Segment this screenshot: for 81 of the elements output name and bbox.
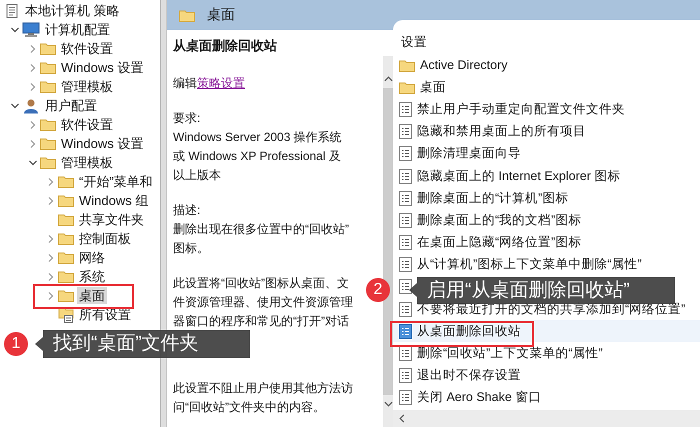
column-header[interactable]: 设置 bbox=[393, 30, 700, 54]
chevron-right-icon[interactable] bbox=[28, 44, 38, 54]
setting-item[interactable]: 删除清理桌面向导 bbox=[417, 145, 521, 162]
tree-item[interactable]: Windows 设置 bbox=[59, 135, 146, 152]
pane-title: 桌面 bbox=[207, 6, 235, 24]
scrollbar-thumb[interactable] bbox=[383, 88, 393, 395]
chevron-down-icon[interactable] bbox=[10, 100, 20, 110]
scroll-left-icon[interactable] bbox=[399, 414, 405, 423]
folder-icon bbox=[58, 232, 74, 245]
folder-icon bbox=[40, 80, 56, 93]
folder-icon bbox=[179, 8, 195, 22]
setting-item[interactable]: 在桌面上隐藏“网络位置”图标 bbox=[417, 234, 582, 252]
chevron-right-icon[interactable] bbox=[28, 82, 38, 92]
folder-icon bbox=[58, 289, 74, 302]
chevron-right-icon[interactable] bbox=[46, 176, 56, 186]
folder-icon bbox=[40, 137, 56, 150]
tree-item[interactable]: Windows 设置 bbox=[59, 59, 146, 76]
tree-item[interactable]: 管理模板 bbox=[59, 154, 115, 171]
tree-item[interactable]: 系统 bbox=[77, 268, 107, 285]
chevron-right-icon[interactable] bbox=[46, 272, 56, 282]
scrollbar[interactable] bbox=[383, 56, 393, 427]
callout-pointer bbox=[409, 283, 417, 297]
policy-settings-link[interactable]: 策略设置 bbox=[197, 76, 245, 90]
tree-item[interactable]: 软件设置 bbox=[59, 40, 115, 57]
tree-item[interactable]: 桌面 bbox=[77, 287, 107, 304]
folder-icon bbox=[40, 118, 56, 131]
callout-label: 启用“从桌面删除回收站” bbox=[417, 277, 675, 304]
setting-item[interactable]: Active Directory bbox=[420, 58, 508, 72]
folder-icon bbox=[40, 61, 56, 74]
chevron-right-icon[interactable] bbox=[28, 120, 38, 130]
folder-icon bbox=[58, 175, 74, 188]
step-badge: 2 bbox=[366, 278, 390, 302]
chevron-right-icon[interactable] bbox=[28, 138, 38, 148]
scroll-down-icon[interactable] bbox=[384, 401, 392, 407]
folder-icon bbox=[58, 213, 74, 226]
callout-pointer bbox=[35, 337, 43, 351]
setting-item[interactable]: 退出时不保存设置 bbox=[417, 367, 521, 384]
setting-item[interactable]: 从“计算机”图标上下文菜单中删除“属性” bbox=[417, 256, 642, 274]
tree-item[interactable]: Windows 组 bbox=[77, 192, 150, 209]
folder-icon bbox=[40, 42, 56, 55]
chevron-down-icon[interactable] bbox=[28, 158, 38, 168]
chevron-right-icon[interactable] bbox=[28, 62, 38, 72]
setting-item[interactable]: 隐藏和禁用桌面上的所有项目 bbox=[417, 123, 586, 140]
callout-label: 找到“桌面”文件夹 bbox=[43, 330, 250, 358]
folder-icon bbox=[58, 251, 74, 264]
tree-item[interactable]: 本地计算机 策略 bbox=[23, 2, 122, 19]
tree-item[interactable]: “开始”菜单和 bbox=[77, 173, 155, 190]
tree-item[interactable]: 计算机配置 bbox=[43, 21, 112, 38]
description-text: 此设置不阻止用户使用其他方法访 问“回收站”文件夹中的内容。 bbox=[173, 380, 353, 416]
description-text: 描述: 删除出现在很多位置中的“回收站” 图标。 bbox=[173, 202, 349, 257]
setting-item[interactable]: 桌面 bbox=[420, 78, 446, 96]
chevron-right-icon[interactable] bbox=[46, 252, 56, 262]
chevron-down-icon[interactable] bbox=[10, 24, 20, 34]
chevron-right-icon[interactable] bbox=[46, 290, 56, 300]
computer-icon bbox=[22, 22, 40, 38]
edit-label: 编辑 bbox=[173, 76, 197, 90]
chevron-right-icon[interactable] bbox=[46, 196, 56, 206]
setting-item[interactable]: 隐藏桌面上的 Internet Explorer 图标 bbox=[417, 168, 620, 185]
tree-item[interactable]: 管理模板 bbox=[59, 78, 115, 95]
setting-item[interactable]: 禁止用户手动重定向配置文件文件夹 bbox=[417, 100, 625, 118]
description-text: 要求: Windows Server 2003 操作系统 或 Windows XP Professional 及 以上版本 bbox=[173, 110, 342, 184]
scroll-up-icon[interactable] bbox=[384, 76, 392, 82]
chevron-right-icon[interactable] bbox=[46, 234, 56, 244]
document-icon bbox=[4, 2, 20, 18]
tree-item[interactable]: 网络 bbox=[77, 249, 107, 266]
folder-icon bbox=[40, 156, 56, 169]
setting-item[interactable]: 删除“回收站”上下文菜单的“属性” bbox=[417, 345, 603, 362]
tree-item[interactable]: 用户配置 bbox=[43, 97, 99, 114]
user-icon bbox=[22, 98, 40, 114]
scrollbar[interactable] bbox=[393, 410, 700, 427]
tree-item[interactable]: 软件设置 bbox=[59, 116, 115, 133]
setting-item[interactable]: 删除桌面上的“计算机”图标 bbox=[417, 190, 568, 207]
folder-icon bbox=[58, 306, 74, 322]
policy-title: 从桌面删除回收站 bbox=[173, 37, 277, 55]
setting-item[interactable]: 关闭 Aero Shake 窗口 bbox=[417, 389, 542, 406]
folder-icon bbox=[58, 194, 74, 207]
tree-item[interactable]: 控制面板 bbox=[77, 230, 133, 247]
setting-item[interactable]: 删除桌面上的“我的文档”图标 bbox=[417, 212, 582, 229]
description-text: 此设置将“回收站”图标从桌面、文 件资源管理器、使用文件资源管理 器窗口的程序和常见的“打开”对话 bbox=[173, 275, 353, 330]
tree-item[interactable]: 共享文件夹 bbox=[77, 211, 146, 228]
folder-icon bbox=[58, 270, 74, 283]
